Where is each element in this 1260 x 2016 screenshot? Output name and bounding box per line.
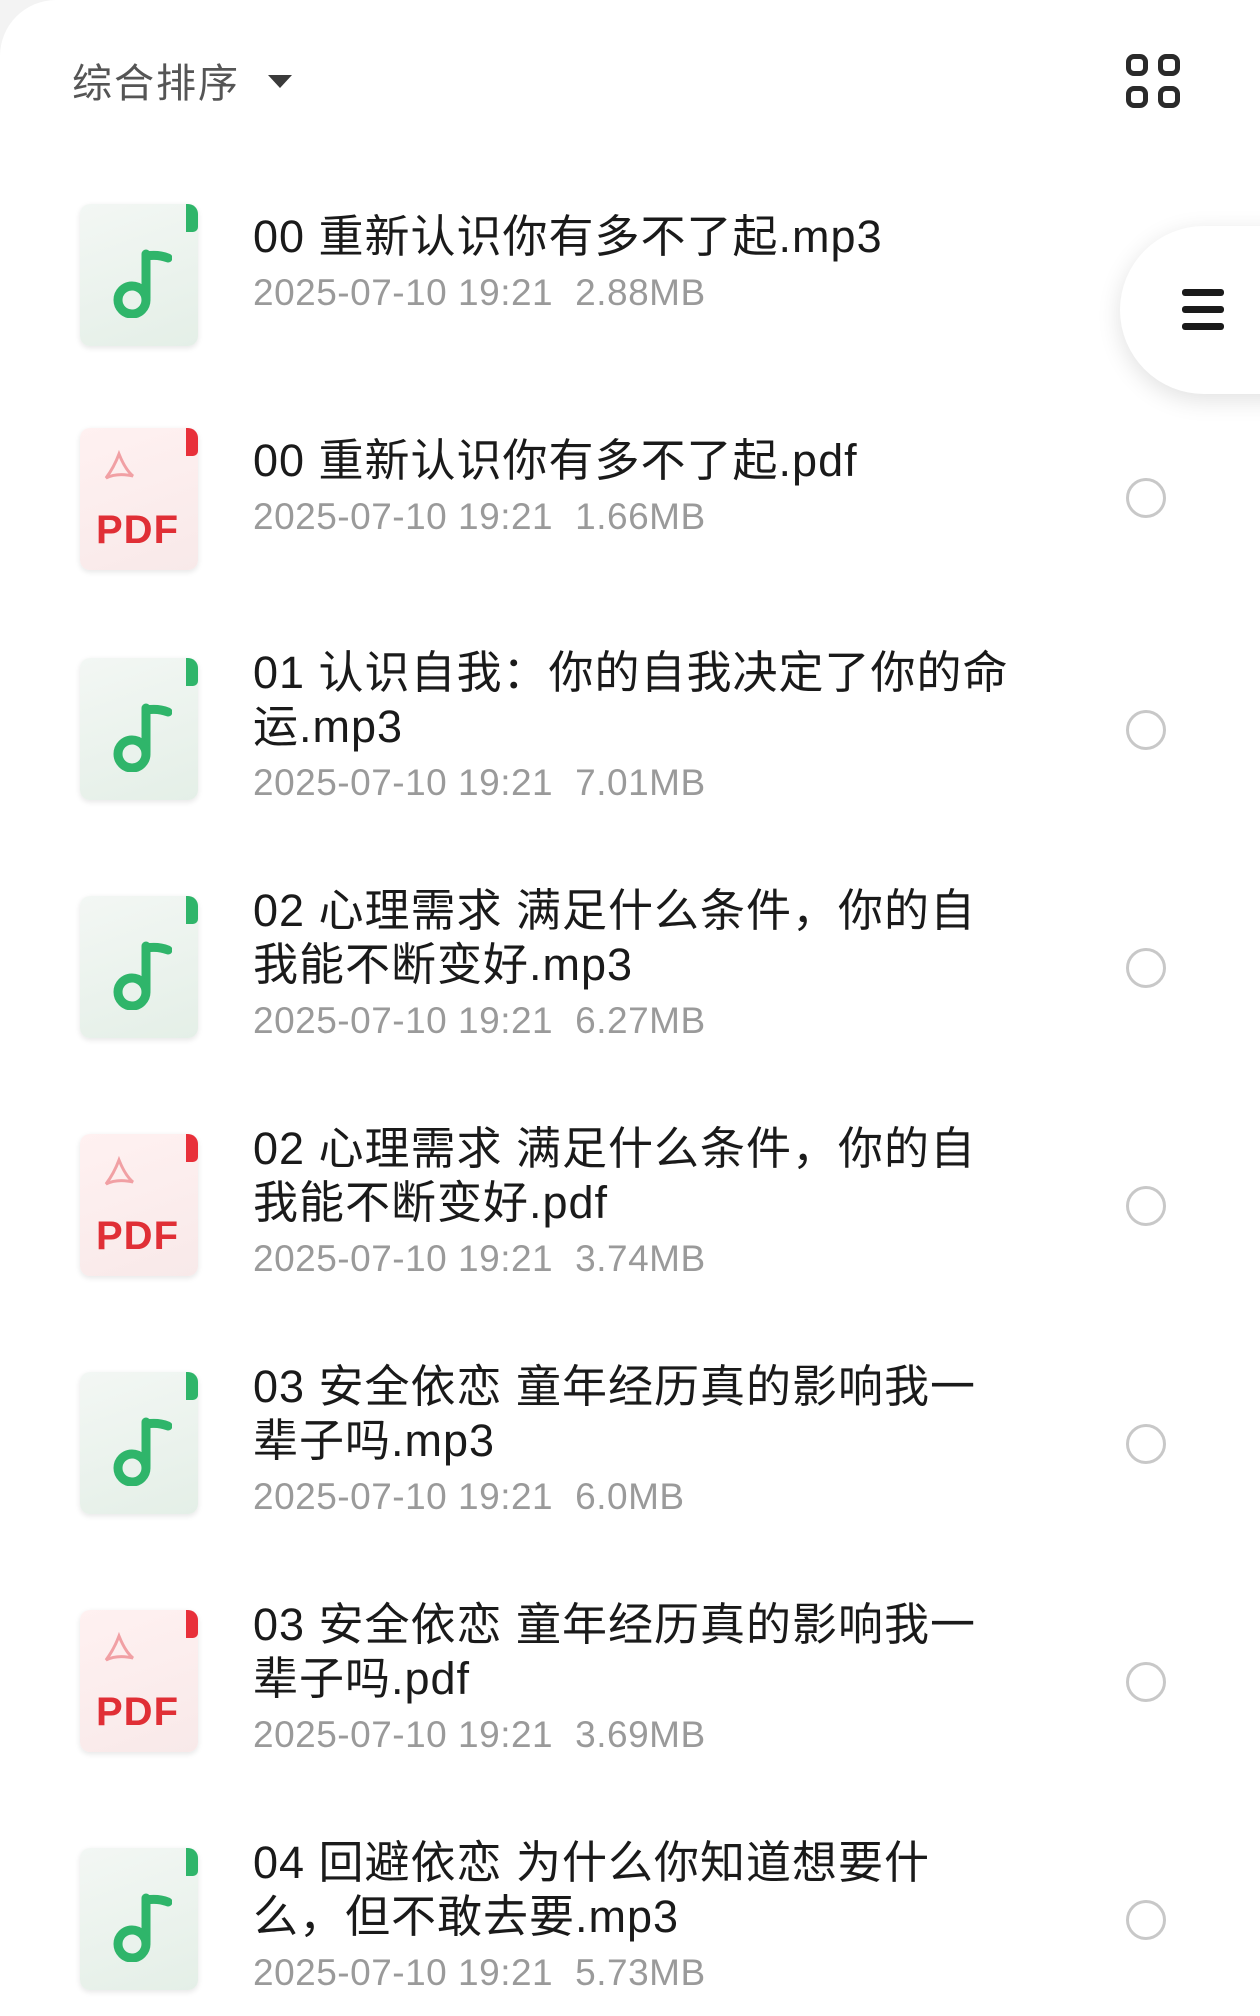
pdf-badge: PDF bbox=[96, 1214, 179, 1258]
file-size: 1.66MB bbox=[575, 496, 706, 537]
file-date: 2025-07-10 19:21 bbox=[253, 1714, 554, 1755]
file-date: 2025-07-10 19:21 bbox=[253, 762, 554, 803]
file-name: 03 安全依恋 童年经历真的影响我一辈子吗.pdf bbox=[253, 1599, 977, 1704]
pdf-file-icon: PDF bbox=[80, 428, 198, 570]
select-radio[interactable] bbox=[1126, 710, 1166, 750]
floating-menu-button[interactable] bbox=[1120, 226, 1260, 394]
file-meta: 2025-07-10 19:21 6.27MB bbox=[253, 998, 1013, 1044]
select-radio[interactable] bbox=[1126, 1186, 1166, 1226]
pdf-file-icon: PDF bbox=[80, 1610, 198, 1752]
file-date: 2025-07-10 19:21 bbox=[253, 496, 554, 537]
file-meta: 2025-07-10 19:21 1.66MB bbox=[253, 494, 1013, 540]
file-date: 2025-07-10 19:21 bbox=[253, 1000, 554, 1041]
select-radio[interactable] bbox=[1126, 1424, 1166, 1464]
pdf-badge: PDF bbox=[96, 508, 179, 552]
file-date: 2025-07-10 19:21 bbox=[253, 272, 554, 313]
file-meta: 2025-07-10 19:21 5.73MB bbox=[253, 1950, 1013, 1996]
select-radio[interactable] bbox=[1126, 478, 1166, 518]
file-size: 6.27MB bbox=[575, 1000, 706, 1041]
file-name: 00 重新认识你有多不了起.pdf bbox=[253, 435, 858, 486]
audio-file-icon bbox=[80, 658, 198, 800]
file-meta: 2025-07-10 19:21 3.74MB bbox=[253, 1236, 1013, 1282]
file-size: 3.74MB bbox=[575, 1238, 706, 1279]
file-name: 01 认识自我：你的自我决定了你的命运.mp3 bbox=[253, 647, 1009, 752]
file-size: 3.69MB bbox=[575, 1714, 706, 1755]
pdf-file-icon: PDF bbox=[80, 1134, 198, 1276]
top-toolbar: 综合排序 bbox=[0, 0, 1260, 160]
audio-file-icon bbox=[80, 1848, 198, 1990]
audio-file-icon bbox=[80, 896, 198, 1038]
audio-file-icon bbox=[80, 204, 198, 346]
file-date: 2025-07-10 19:21 bbox=[253, 1476, 554, 1517]
file-size: 6.0MB bbox=[575, 1476, 685, 1517]
file-name: 04 回避依恋 为什么你知道想要什么，但不敢去要.mp3 bbox=[253, 1837, 931, 1942]
file-size: 5.73MB bbox=[575, 1952, 706, 1993]
file-name: 00 重新认识你有多不了起.mp3 bbox=[253, 211, 883, 262]
file-meta: 2025-07-10 19:21 6.0MB bbox=[253, 1474, 1013, 1520]
file-date: 2025-07-10 19:21 bbox=[253, 1952, 554, 1993]
file-meta: 2025-07-10 19:21 3.69MB bbox=[253, 1712, 1013, 1758]
file-meta: 2025-07-10 19:21 7.01MB bbox=[253, 760, 1013, 806]
grid-view-icon[interactable] bbox=[1126, 54, 1184, 112]
caret-down-icon[interactable] bbox=[268, 75, 292, 88]
file-name: 02 心理需求 满足什么条件，你的自我能不断变好.mp3 bbox=[253, 885, 977, 990]
audio-file-icon bbox=[80, 1372, 198, 1514]
select-radio[interactable] bbox=[1126, 1662, 1166, 1702]
file-size: 2.88MB bbox=[575, 272, 706, 313]
file-meta: 2025-07-10 19:21 2.88MB bbox=[253, 270, 1013, 316]
select-radio[interactable] bbox=[1126, 1900, 1166, 1940]
select-radio[interactable] bbox=[1126, 948, 1166, 988]
sort-dropdown[interactable]: 综合排序 bbox=[72, 56, 240, 112]
file-date: 2025-07-10 19:21 bbox=[253, 1238, 554, 1279]
file-name: 02 心理需求 满足什么条件，你的自我能不断变好.pdf bbox=[253, 1123, 977, 1228]
pdf-badge: PDF bbox=[96, 1690, 179, 1734]
file-size: 7.01MB bbox=[575, 762, 706, 803]
menu-icon bbox=[1182, 289, 1224, 331]
file-name: 03 安全依恋 童年经历真的影响我一辈子吗.mp3 bbox=[253, 1361, 977, 1466]
file-list-sheet: 综合排序 00 重新认识你有多不了起.mp3 2025-07-10 19:21 2… bbox=[0, 0, 1260, 2016]
